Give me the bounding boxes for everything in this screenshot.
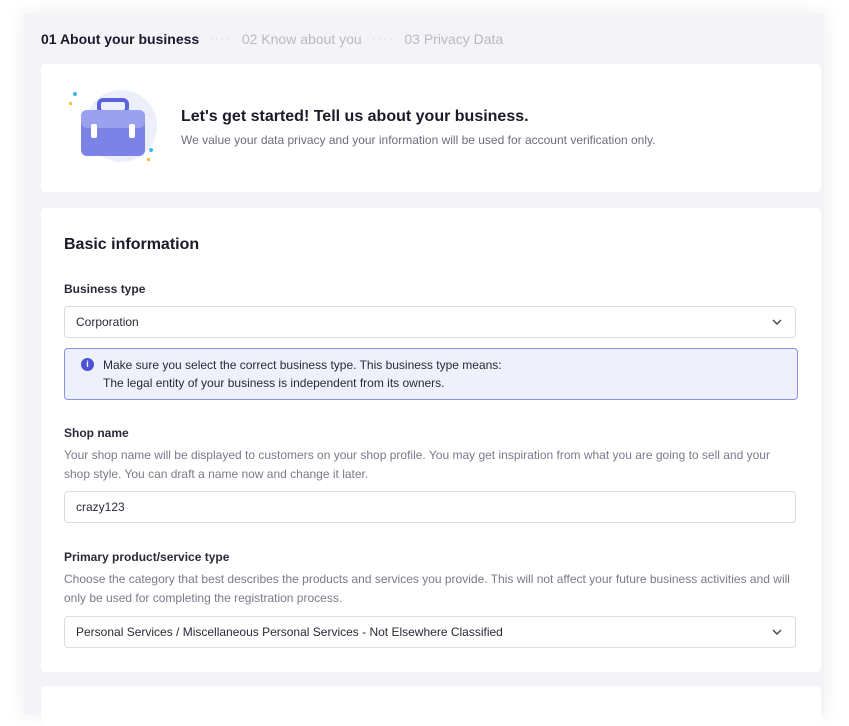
business-type-notice: i Make sure you select the correct busin… [64, 348, 798, 400]
step-know-about-you[interactable]: 02 Know about you [242, 31, 362, 47]
section-title: Basic information [64, 236, 200, 253]
registration-panel: 01 About your business ···· 02 Know abou… [24, 14, 824, 726]
shop-name-label: Shop name [64, 426, 129, 440]
business-type-value: Corporation [76, 315, 139, 329]
info-icon: i [81, 358, 94, 371]
business-type-select[interactable]: Corporation [64, 306, 796, 338]
intro-card: Let's get started! Tell us about your bu… [41, 64, 821, 192]
shop-name-input[interactable]: crazy123 [64, 491, 796, 523]
chevron-down-icon [770, 625, 784, 639]
stepper: 01 About your business ···· 02 Know abou… [41, 29, 503, 49]
product-type-help: Choose the category that best describes … [64, 572, 790, 605]
step-separator: ···· [209, 33, 232, 45]
product-type-label: Primary product/service type [64, 550, 230, 564]
briefcase-icon [69, 90, 157, 162]
business-type-label: Business type [64, 282, 146, 296]
step-about-business[interactable]: 01 About your business [41, 31, 199, 47]
next-section-card [41, 686, 821, 726]
intro-subtitle: We value your data privacy and your info… [181, 133, 656, 147]
step-separator: ···· [371, 33, 395, 45]
basic-information-card: Basic information Business type Corporat… [41, 208, 821, 672]
product-type-value: Personal Services / Miscellaneous Person… [76, 625, 503, 639]
notice-line-1: Make sure you select the correct busines… [103, 358, 502, 372]
chevron-down-icon [770, 315, 784, 329]
shop-name-help: Your shop name will be displayed to cust… [64, 448, 770, 481]
step-privacy-data[interactable]: 03 Privacy Data [404, 31, 503, 47]
product-type-select[interactable]: Personal Services / Miscellaneous Person… [64, 616, 796, 648]
notice-line-2: The legal entity of your business is ind… [103, 376, 445, 390]
intro-title: Let's get started! Tell us about your bu… [181, 108, 529, 125]
shop-name-value: crazy123 [76, 500, 125, 514]
